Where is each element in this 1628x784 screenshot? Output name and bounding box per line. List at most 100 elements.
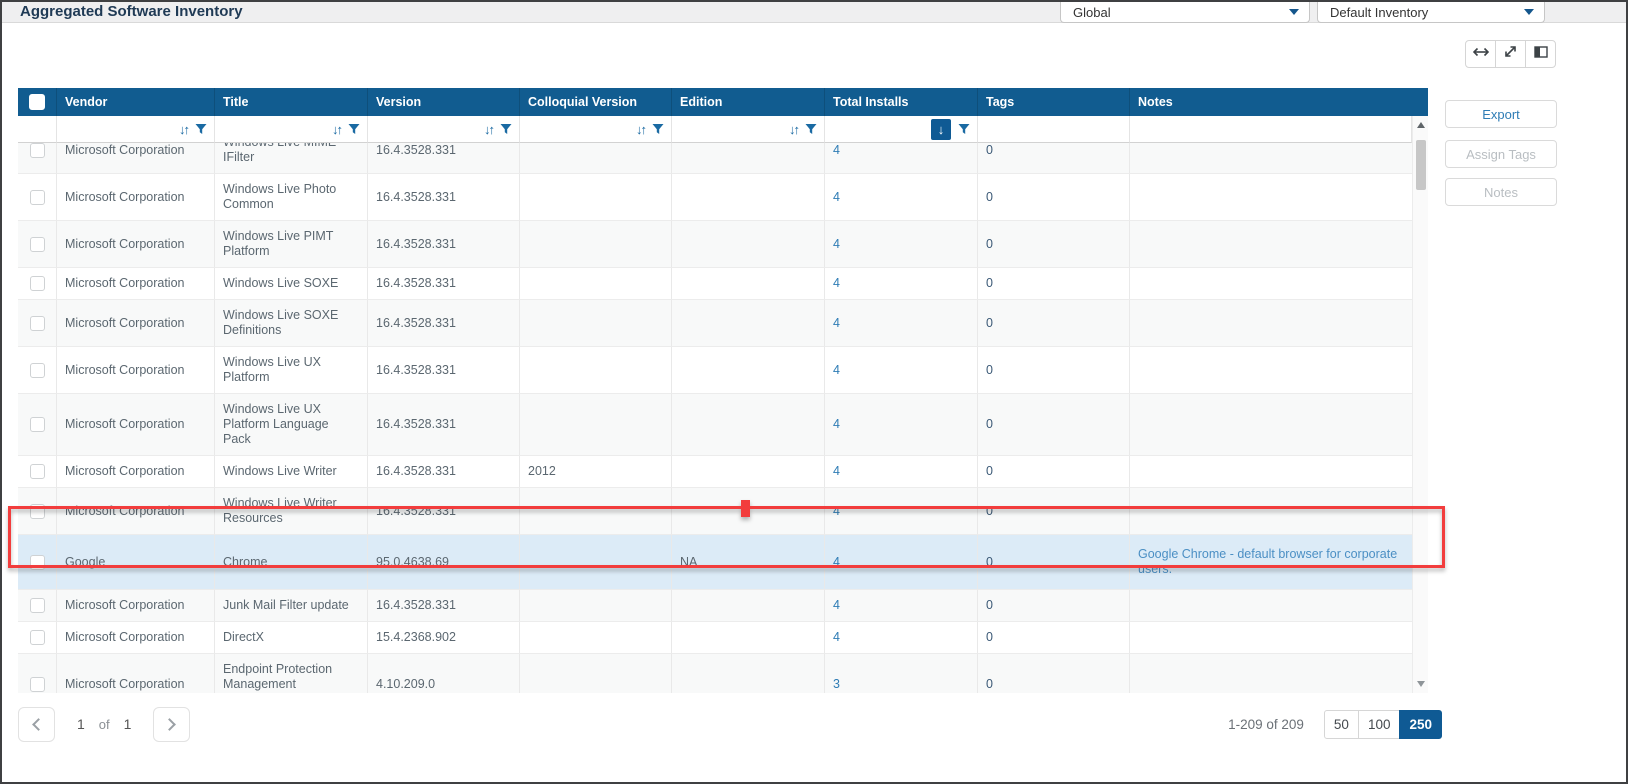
notes-button[interactable]: Notes — [1445, 178, 1557, 206]
filter-icon[interactable] — [958, 123, 970, 135]
sort-icon[interactable]: ↓↑ — [789, 122, 800, 137]
column-label: Total Installs — [833, 95, 909, 109]
page-size-250[interactable]: 250 — [1399, 709, 1442, 739]
total-installs-link[interactable]: 4 — [833, 598, 840, 613]
tags-count: 0 — [986, 464, 993, 478]
table-row[interactable]: Microsoft Corporation Windows Live Photo … — [18, 174, 1412, 221]
total-installs-link[interactable]: 4 — [833, 630, 840, 645]
column-header-colloquial-version[interactable]: Colloquial Version — [520, 88, 672, 116]
row-checkbox[interactable] — [29, 554, 45, 570]
table-row[interactable]: Microsoft Corporation Windows Live UX Pla… — [18, 347, 1412, 394]
total-installs-link[interactable]: 4 — [833, 504, 840, 519]
fit-width-button[interactable] — [1465, 40, 1496, 68]
table-row[interactable]: Microsoft Corporation Windows Live Writer… — [18, 456, 1412, 488]
total-installs-link[interactable]: 4 — [833, 363, 840, 378]
next-page-button[interactable] — [153, 706, 191, 742]
row-checkbox[interactable] — [29, 598, 45, 613]
pagination-bar: 1 of 1 1-209 of 209 50 100 250 — [18, 702, 1442, 746]
total-installs-link[interactable]: 4 — [833, 276, 840, 291]
export-button[interactable]: Export — [1445, 100, 1557, 128]
cell-version: 16.4.3528.331 — [368, 394, 520, 456]
cell-notes — [1130, 221, 1412, 268]
cell-vendor: Microsoft Corporation — [57, 456, 215, 488]
inventory-dropdown[interactable]: Default Inventory — [1317, 2, 1545, 23]
row-checkbox[interactable] — [29, 362, 45, 378]
table-row[interactable]: Microsoft Corporation Windows Live SOXE D… — [18, 300, 1412, 347]
row-checkbox-cell — [18, 654, 57, 693]
total-installs-link[interactable]: 4 — [833, 316, 840, 331]
column-header-edition[interactable]: Edition — [672, 88, 825, 116]
table-row[interactable]: Microsoft Corporation Endpoint Protection… — [18, 654, 1412, 693]
total-installs-link[interactable]: 4 — [833, 555, 840, 570]
table-row[interactable]: Microsoft Corporation Junk Mail Filter up… — [18, 590, 1412, 622]
column-header-title[interactable]: Title — [215, 88, 368, 116]
sort-icon[interactable]: ↓↑ — [636, 122, 647, 137]
row-checkbox-cell — [18, 347, 57, 394]
total-installs-link[interactable]: 4 — [833, 417, 840, 432]
column-header-tags[interactable]: Tags — [978, 88, 1130, 116]
table-row[interactable]: Microsoft Corporation Windows Live Writer… — [18, 488, 1412, 535]
row-checkbox[interactable] — [29, 503, 45, 519]
row-checkbox[interactable] — [29, 417, 45, 432]
total-installs-link[interactable]: 4 — [833, 464, 840, 479]
column-header-version[interactable]: Version — [368, 88, 520, 116]
total-installs-link[interactable]: 3 — [833, 677, 840, 692]
cell-tags: 0 — [978, 394, 1130, 456]
current-page[interactable]: 1 — [77, 716, 85, 732]
page-size-50[interactable]: 50 — [1323, 709, 1359, 739]
cell-tags: 0 — [978, 456, 1130, 488]
cell-tags: 0 — [978, 654, 1130, 693]
column-chooser-button[interactable] — [1525, 40, 1556, 68]
table-row[interactable]: Microsoft CorporationWindows Live MIME I… — [18, 143, 1412, 174]
cell-edition — [672, 174, 825, 221]
tags-count: 0 — [986, 143, 993, 157]
column-header-vendor[interactable]: Vendor — [57, 88, 215, 116]
row-checkbox[interactable] — [29, 630, 45, 645]
table-row[interactable]: Microsoft Corporation Windows Live SOXE 16… — [18, 268, 1412, 300]
total-installs-link[interactable]: 4 — [833, 237, 840, 252]
table-row[interactable]: Microsoft Corporation Windows Live PIMT P… — [18, 221, 1412, 268]
row-checkbox[interactable] — [29, 315, 45, 331]
total-installs-link[interactable]: 4 — [833, 143, 840, 158]
note-link[interactable]: Google Chrome - default browser for corp… — [1138, 547, 1404, 577]
filter-cell-total-installs: ↓ — [825, 116, 978, 143]
filter-icon[interactable] — [652, 123, 664, 135]
filter-icon[interactable] — [348, 123, 360, 135]
scroll-up-icon[interactable] — [1417, 122, 1425, 128]
expand-table-button[interactable] — [1495, 40, 1526, 68]
cell-notes — [1130, 622, 1412, 654]
scrollbar-thumb[interactable] — [1416, 140, 1426, 190]
row-checkbox[interactable] — [29, 464, 45, 479]
filter-icon[interactable] — [195, 123, 207, 135]
cell-version: 16.4.3528.331 — [368, 590, 520, 622]
row-checkbox-cell — [18, 456, 57, 488]
row-checkbox[interactable] — [29, 276, 45, 291]
row-checkbox[interactable] — [29, 236, 45, 252]
row-checkbox[interactable] — [29, 143, 45, 158]
sort-icon[interactable]: ↓↑ — [332, 122, 343, 137]
row-checkbox[interactable] — [29, 189, 45, 205]
table-row[interactable]: Google Chrome 95.0.4638.69 NA 4 0 Google Chrom… — [18, 535, 1412, 590]
page-size-100[interactable]: 100 — [1357, 709, 1401, 739]
select-all-checkbox[interactable] — [29, 94, 45, 110]
assign-tags-button[interactable]: Assign Tags — [1445, 140, 1557, 168]
sort-icon[interactable]: ↓↑ — [484, 122, 495, 137]
filter-icon[interactable] — [500, 123, 512, 135]
table-row[interactable]: Microsoft Corporation DirectX 15.4.2368.90… — [18, 622, 1412, 654]
total-installs-link[interactable]: 4 — [833, 190, 840, 205]
row-checkbox-cell — [18, 488, 57, 535]
vertical-scrollbar[interactable] — [1412, 116, 1428, 693]
column-header-notes[interactable]: Notes — [1130, 88, 1428, 116]
row-checkbox[interactable] — [29, 677, 45, 692]
scroll-down-icon[interactable] — [1417, 681, 1425, 687]
sort-icon[interactable]: ↓↑ — [179, 122, 190, 137]
previous-page-button[interactable] — [18, 706, 55, 742]
global-scope-dropdown[interactable]: Global — [1060, 2, 1310, 23]
column-header-total-installs[interactable]: Total Installs — [825, 88, 978, 116]
sort-desc-active-icon[interactable]: ↓ — [931, 118, 951, 140]
filter-icon[interactable] — [805, 123, 817, 135]
row-checkbox-cell — [18, 622, 57, 654]
table-row[interactable]: Microsoft Corporation Windows Live UX Pla… — [18, 394, 1412, 456]
cell-notes — [1130, 654, 1412, 693]
column-chooser-icon — [1533, 45, 1548, 63]
